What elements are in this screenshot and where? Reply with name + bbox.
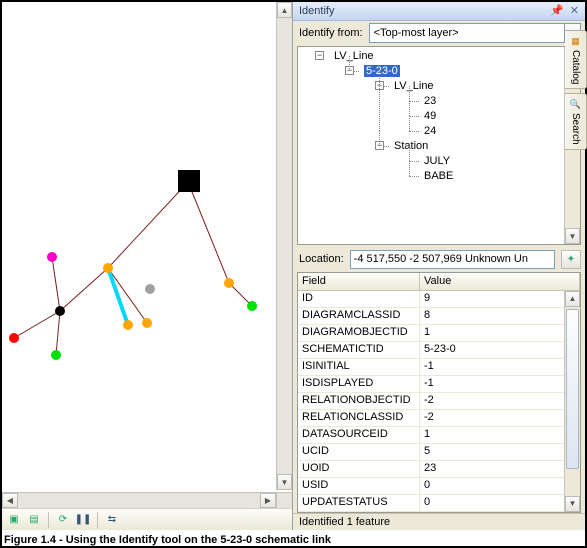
cell-value: 5 [420, 444, 580, 460]
tree-group-lvline[interactable]: LV_Line [394, 80, 434, 92]
attributes-table: Field Value ID9DIAGRAMCLASSID8DIAGRAMOBJ… [297, 272, 581, 513]
flash-location-icon[interactable]: ✦ [561, 250, 581, 269]
cell-value: -2 [420, 410, 580, 426]
toolbar-btn-1[interactable]: ▣ [6, 512, 22, 528]
cell-value: 0 [420, 478, 580, 494]
cell-value: -2 [420, 393, 580, 409]
table-scrollbar[interactable]: ▲ ▼ [564, 291, 580, 512]
scroll-up-icon[interactable]: ▲ [277, 2, 292, 18]
cell-value: -1 [420, 376, 580, 392]
tree-item[interactable]: 49 [424, 110, 436, 122]
scroll-down-icon[interactable]: ▼ [277, 474, 292, 490]
table-row[interactable]: RELATIONCLASSID-2 [298, 410, 580, 427]
tab-catalog[interactable]: ▦ Catalog [565, 30, 587, 89]
table-row[interactable]: DIAGRAMOBJECTID1 [298, 325, 580, 342]
cell-value: 1 [420, 325, 580, 341]
cell-field: UPDATESTATUS [298, 495, 420, 511]
scroll-thumb[interactable] [566, 309, 579, 469]
cell-field: USID [298, 478, 420, 494]
cell-value: 23 [420, 461, 580, 477]
cell-value: 0 [420, 495, 580, 511]
expander-icon[interactable]: − [375, 141, 384, 150]
tree-item[interactable]: JULY [424, 155, 450, 167]
cell-field: ISDISPLAYED [298, 376, 420, 392]
cell-field: RELATIONCLASSID [298, 410, 420, 426]
location-label: Location: [299, 253, 344, 265]
map-pane: ▲ ▼ ◀ ▶ ▣ ▤ ⟳ ❚❚ ⇆ [2, 2, 292, 530]
tree-item[interactable]: BABE [424, 170, 453, 182]
cell-field: DIAGRAMOBJECTID [298, 325, 420, 341]
cell-value: 5-23-0 [420, 342, 580, 358]
figure-caption: Figure 1.4 - Using the Identify tool on … [4, 534, 331, 546]
cell-field: DIAGRAMCLASSID [298, 308, 420, 324]
tree-root[interactable]: LV_Line [334, 50, 374, 62]
tree-group-station[interactable]: Station [394, 140, 428, 152]
table-row[interactable]: USID0 [298, 478, 580, 495]
scroll-right-icon[interactable]: ▶ [260, 493, 276, 508]
table-row[interactable]: SCHEMATICTID5-23-0 [298, 342, 580, 359]
table-row[interactable]: DIAGRAMCLASSID8 [298, 308, 580, 325]
tab-search[interactable]: 🔍 Search [565, 93, 587, 150]
cell-field: ISINITIAL [298, 359, 420, 375]
identify-title-bar: Identify 📌 ✕ [293, 2, 585, 21]
cell-value: 8 [420, 308, 580, 324]
tree-item[interactable]: 23 [424, 95, 436, 107]
identify-panel: Identify 📌 ✕ Identify from: <Top-most la… [292, 2, 585, 530]
catalog-icon: ▦ [570, 35, 582, 47]
table-row[interactable]: UCID5 [298, 444, 580, 461]
pin-icon[interactable]: 📌 [550, 4, 564, 17]
expander-icon[interactable]: − [315, 51, 324, 60]
expander-icon[interactable]: − [375, 81, 384, 90]
identify-title: Identify [299, 5, 334, 17]
scroll-up-icon[interactable]: ▲ [565, 291, 580, 307]
scroll-left-icon[interactable]: ◀ [2, 493, 18, 508]
table-row[interactable]: RELATIONOBJECTID-2 [298, 393, 580, 410]
map-toolbar: ▣ ▤ ⟳ ❚❚ ⇆ [2, 508, 292, 530]
cell-field: DATASOURCEID [298, 427, 420, 443]
close-icon[interactable]: ✕ [570, 4, 579, 17]
col-header-value[interactable]: Value [420, 273, 580, 290]
scroll-down-icon[interactable]: ▼ [565, 228, 580, 244]
location-input[interactable] [350, 250, 555, 269]
identify-from-value: <Top-most layer> [374, 27, 459, 39]
search-icon: 🔍 [570, 98, 582, 110]
identify-from-combo[interactable]: <Top-most layer> ▼ [369, 23, 581, 43]
expander-icon[interactable]: − [345, 66, 354, 75]
location-row: Location: ✦ [293, 249, 585, 272]
tab-search-label: Search [570, 113, 581, 145]
cell-value: -1 [420, 359, 580, 375]
toolbar-btn-2[interactable]: ▤ [26, 512, 42, 528]
cell-field: UOID [298, 461, 420, 477]
tab-catalog-label: Catalog [570, 50, 581, 84]
scroll-down-icon[interactable]: ▼ [565, 496, 580, 512]
table-row[interactable]: ISDISPLAYED-1 [298, 376, 580, 393]
map-scrollbar-v[interactable]: ▲ ▼ [276, 2, 292, 490]
cell-value: 9 [420, 291, 580, 307]
identify-from-label: Identify from: [299, 27, 363, 39]
table-row[interactable]: ID9 [298, 291, 580, 308]
identify-from-row: Identify from: <Top-most layer> ▼ [293, 21, 585, 46]
table-row[interactable]: UOID23 [298, 461, 580, 478]
map-canvas[interactable]: ▲ ▼ ◀ ▶ [2, 2, 292, 508]
table-row[interactable]: ISINITIAL-1 [298, 359, 580, 376]
tree-selected[interactable]: 5-23-0 [364, 65, 400, 77]
cell-value: 1 [420, 427, 580, 443]
cell-field: RELATIONOBJECTID [298, 393, 420, 409]
col-header-field[interactable]: Field [298, 273, 420, 290]
identify-tree[interactable]: − LV_Line − 5-23-0 − LV_Line 23 49 [297, 46, 581, 246]
tree-item[interactable]: 24 [424, 125, 436, 137]
cell-field: UCID [298, 444, 420, 460]
table-row[interactable]: DATASOURCEID1 [298, 427, 580, 444]
scroll-corner [276, 492, 292, 508]
identify-status-bar: Identified 1 feature [293, 513, 585, 530]
table-row[interactable]: UPDATESTATUS0 [298, 495, 580, 512]
toolbar-pause-icon[interactable]: ❚❚ [75, 512, 91, 528]
map-scrollbar-h[interactable]: ◀ ▶ [2, 492, 292, 508]
toolbar-btn-5[interactable]: ⇆ [104, 512, 120, 528]
cell-field: ID [298, 291, 420, 307]
cell-field: SCHEMATICTID [298, 342, 420, 358]
toolbar-refresh-icon[interactable]: ⟳ [55, 512, 71, 528]
